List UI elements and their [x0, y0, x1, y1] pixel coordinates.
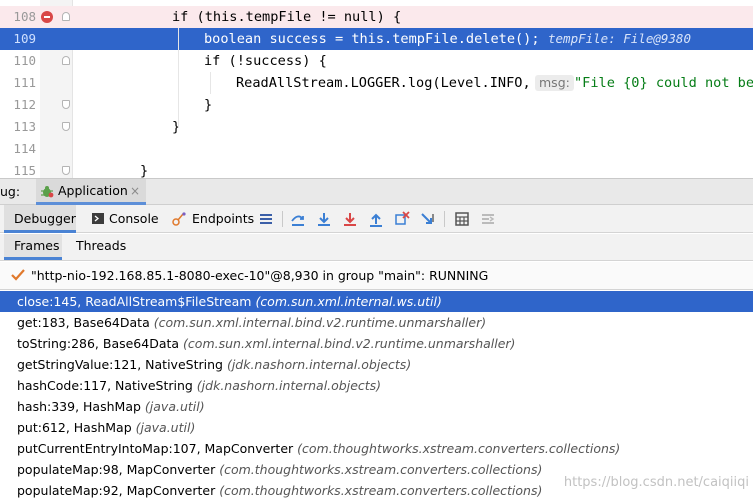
debug-tool-window-header: ug: Application ×: [0, 178, 753, 205]
code-text: }: [140, 163, 149, 178]
code-line-111[interactable]: 111 ReadAllStream.LOGGER.log(Level.INFO,…: [0, 72, 753, 94]
drop-frame-icon[interactable]: [394, 211, 410, 227]
code-line-115[interactable]: 115 }: [0, 160, 753, 178]
frame-row[interactable]: close:145, ReadAllStream$FileStream (com…: [0, 291, 753, 312]
code-line-113[interactable]: 113 }: [0, 116, 753, 138]
thread-selector[interactable]: "http-nio-192.168.85.1-8080-exec-10"@8,9…: [0, 262, 753, 290]
tab-application[interactable]: Application ×: [36, 179, 146, 205]
code-line-112[interactable]: 112 }: [0, 94, 753, 116]
frame-row[interactable]: put:612, HashMap (java.util): [0, 417, 753, 438]
tab-console[interactable]: Console: [90, 205, 160, 233]
code-text: boolean success = this.tempFile.delete()…: [204, 31, 540, 47]
bug-icon: [41, 186, 54, 198]
frame-package: (java.util): [144, 399, 205, 414]
toolbar-separator: [444, 211, 445, 227]
tab-debugger[interactable]: Debugger: [4, 205, 76, 233]
code-text: }: [204, 97, 213, 113]
frame-row[interactable]: hash:339, HashMap (java.util): [0, 396, 753, 417]
step-over-icon[interactable]: [316, 211, 332, 227]
frames-threads-tabs: Frames Threads: [0, 234, 753, 261]
frame-method: hashCode:117, NativeString: [17, 378, 193, 393]
endpoints-icon: [172, 212, 186, 226]
console-icon: [92, 213, 104, 224]
debugger-toolbar: Debugger Console Endpoints: [0, 205, 753, 233]
line-number: 109: [13, 31, 36, 46]
line-number: 111: [13, 75, 36, 90]
frame-method: putCurrentEntryIntoMap:107, MapConverter: [17, 441, 294, 456]
fold-icon[interactable]: [62, 122, 70, 131]
tab-threads[interactable]: Threads: [76, 234, 136, 260]
frame-method: get:183, Base64Data: [17, 315, 150, 330]
tab-debugger-label: Debugger: [14, 211, 76, 226]
string-literal: "File {0} could not be: [574, 75, 753, 91]
tab-endpoints-label: Endpoints: [192, 211, 255, 226]
tab-endpoints[interactable]: Endpoints: [172, 205, 255, 233]
frame-row[interactable]: putCurrentEntryIntoMap:107, MapConverter…: [0, 438, 753, 459]
tab-frames[interactable]: Frames: [4, 234, 62, 260]
step-out-icon[interactable]: [368, 211, 384, 227]
evaluate-expression-icon[interactable]: [454, 211, 470, 227]
frame-method: getStringValue:121, NativeString: [17, 357, 223, 372]
line-number: 115: [13, 163, 36, 178]
debug-title: ug:: [0, 184, 21, 199]
frame-method: populateMap:92, MapConverter: [17, 483, 216, 498]
tab-frames-label: Frames: [14, 238, 60, 253]
frame-method: put:612, HashMap: [17, 420, 132, 435]
line-number: 113: [13, 119, 36, 134]
indent-guide: [210, 72, 211, 94]
close-icon[interactable]: ×: [130, 179, 140, 203]
frame-package: (com.sun.xml.internal.ws.util): [255, 294, 442, 309]
step-into-icon[interactable]: [342, 211, 358, 227]
fold-icon[interactable]: [62, 56, 70, 65]
code-line-109-current[interactable]: 109 boolean success = this.tempFile.dele…: [0, 28, 753, 50]
thread-label: "http-nio-192.168.85.1-8080-exec-10"@8,9…: [31, 268, 489, 283]
show-execution-point-icon[interactable]: [290, 211, 306, 227]
frame-package: (com.thoughtworks.xstream.converters.col…: [219, 462, 543, 477]
tab-console-label: Console: [109, 211, 159, 226]
frame-method: close:145, ReadAllStream$FileStream: [17, 294, 252, 309]
trace-current-stream-icon[interactable]: [480, 211, 496, 227]
frame-package: (com.sun.xml.internal.bind.v2.runtime.un…: [183, 336, 516, 351]
breakpoint-icon[interactable]: [41, 11, 53, 23]
line-number: 114: [13, 141, 36, 156]
frame-method: hash:339, HashMap: [17, 399, 141, 414]
check-icon: [11, 269, 25, 281]
frame-package: (com.thoughtworks.xstream.converters.col…: [219, 483, 543, 498]
code-line-114[interactable]: 114: [0, 138, 753, 160]
frame-row[interactable]: toString:286, Base64Data (com.sun.xml.in…: [0, 333, 753, 354]
inline-debug-value: tempFile: File@9380: [548, 31, 691, 46]
line-number: 112: [13, 97, 36, 112]
code-text: if (!success) {: [204, 53, 327, 69]
code-line-108[interactable]: 108 if (this.tempFile != null) {: [0, 6, 753, 28]
frame-row[interactable]: get:183, Base64Data (com.sun.xml.interna…: [0, 312, 753, 333]
tab-threads-label: Threads: [76, 238, 127, 253]
menu-icon[interactable]: [258, 211, 274, 227]
frame-package: (jdk.nashorn.internal.objects): [226, 357, 412, 372]
code-editor[interactable]: 108 if (this.tempFile != null) { 109 boo…: [0, 0, 753, 178]
parameter-hint: msg:: [535, 75, 574, 91]
indent-guide: [178, 28, 179, 128]
fold-icon[interactable]: [62, 100, 70, 109]
fold-icon[interactable]: [62, 12, 70, 21]
toolbar-separator: [282, 211, 283, 227]
frame-row[interactable]: hashCode:117, NativeString (jdk.nashorn.…: [0, 375, 753, 396]
watermark: https://blog.csdn.net/caiqiiqi: [563, 475, 749, 490]
line-number: 110: [13, 53, 36, 68]
frames-list[interactable]: close:145, ReadAllStream$FileStream (com…: [0, 291, 753, 501]
fold-icon[interactable]: [62, 166, 70, 175]
code-text: if (this.tempFile != null) {: [172, 9, 402, 25]
frame-package: (java.util): [135, 420, 196, 435]
frame-package: (jdk.nashorn.internal.objects): [196, 378, 382, 393]
frame-package: (com.thoughtworks.xstream.converters.col…: [297, 441, 621, 456]
frame-package: (com.sun.xml.internal.bind.v2.runtime.un…: [153, 315, 487, 330]
run-to-cursor-icon[interactable]: [420, 211, 436, 227]
tab-application-label: Application: [58, 183, 128, 198]
frame-row[interactable]: getStringValue:121, NativeString (jdk.na…: [0, 354, 753, 375]
code-text: ReadAllStream.LOGGER.log(Level.INFO,: [236, 75, 531, 91]
code-line-110[interactable]: 110 if (!success) {: [0, 50, 753, 72]
frame-method: populateMap:98, MapConverter: [17, 462, 216, 477]
line-number: 108: [13, 9, 36, 24]
frame-method: toString:286, Base64Data: [17, 336, 180, 351]
